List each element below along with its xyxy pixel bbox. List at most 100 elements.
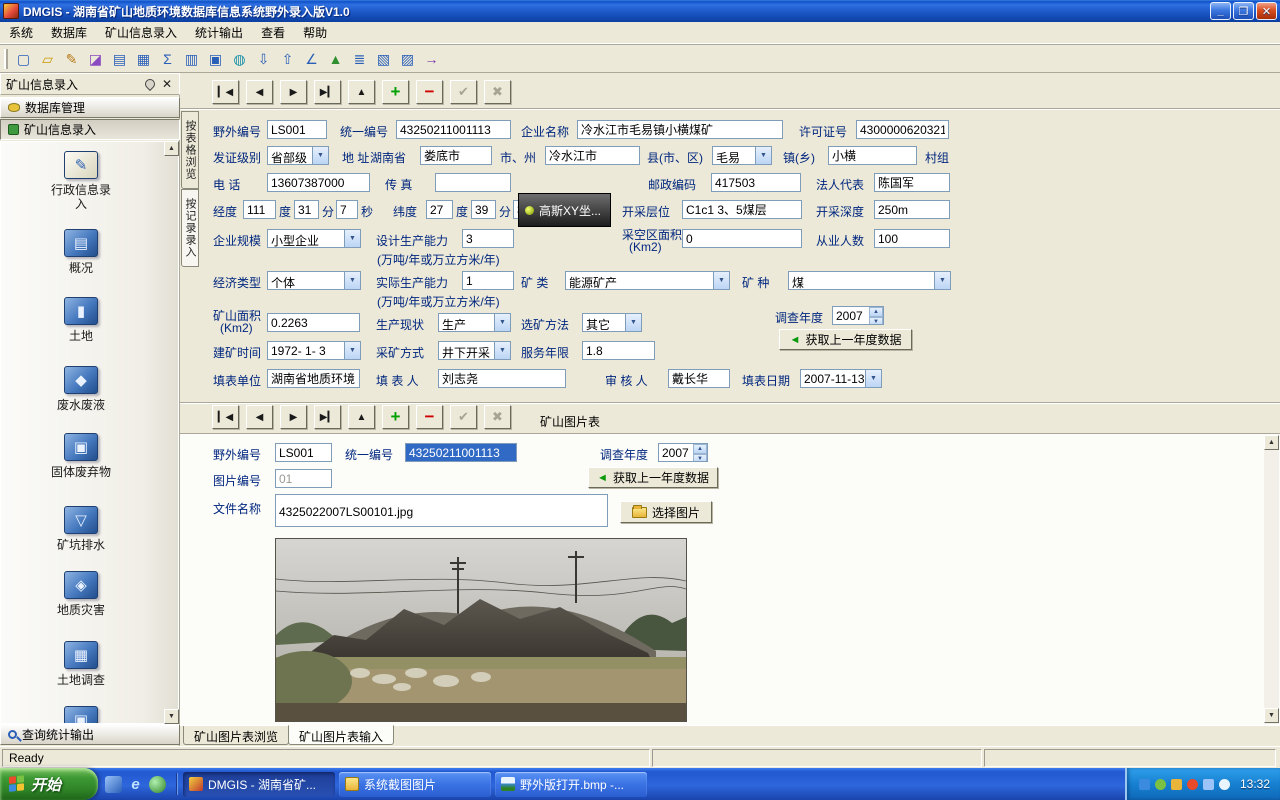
dressing-select[interactable]: 其它▼ — [582, 313, 642, 332]
task-screenshot-folder[interactable]: 系统截图图片 — [339, 772, 491, 797]
tray-display-icon[interactable] — [1139, 779, 1150, 790]
tray-network-icon[interactable] — [1203, 779, 1214, 790]
goaf-area-input[interactable] — [682, 229, 802, 248]
toolbar-stamp[interactable]: ◪ — [84, 48, 107, 70]
license-input[interactable] — [856, 120, 949, 139]
tab-table-browse[interactable]: 按表格浏览 — [181, 111, 199, 189]
sidebar-item-land-survey[interactable]: ▦ 土地调查 — [1, 641, 161, 687]
sidebar-item-wastewater[interactable]: ◆ 废水废液 — [1, 366, 161, 412]
menu-help[interactable]: 帮助 — [294, 21, 336, 44]
fill-person-input[interactable] — [438, 369, 566, 388]
toolbar-new[interactable]: ▢ — [12, 48, 35, 70]
toolbar-layers[interactable]: ▨ — [396, 48, 419, 70]
lat-deg-input[interactable] — [426, 200, 453, 219]
sidebar-group-query-output[interactable]: 查询统计输出 — [0, 724, 180, 745]
scroll-up-icon[interactable]: ▲ — [164, 141, 179, 156]
nav-first-button[interactable]: ▎◀ — [212, 80, 239, 104]
pic-nav-delete-button[interactable]: − — [416, 405, 443, 429]
tab-picture-browse[interactable]: 矿山图片表浏览 — [183, 726, 289, 745]
spin-down-icon[interactable]: ▼ — [693, 454, 707, 462]
pin-icon[interactable] — [143, 77, 157, 91]
scroll-down-icon[interactable]: ▼ — [1264, 708, 1279, 723]
lat-min-input[interactable] — [471, 200, 496, 219]
ore-kind-select[interactable]: 煤▼ — [788, 271, 951, 290]
menu-system[interactable]: 系统 — [0, 21, 42, 44]
sidebar-item-partial[interactable]: ▣ — [1, 706, 161, 724]
service-years-input[interactable] — [582, 341, 655, 360]
employees-input[interactable] — [874, 229, 950, 248]
nav-next-button[interactable]: ▶ — [280, 80, 307, 104]
task-bmp-file[interactable]: 野外版打开.bmp -... — [495, 772, 647, 797]
gauss-xy-button[interactable]: 高斯XY坐... — [518, 193, 611, 227]
mining-method-select[interactable]: 井下开采▼ — [438, 341, 511, 360]
nav-cancel-button[interactable]: ✖ — [484, 80, 511, 104]
toolbar-upload[interactable]: ⇧ — [276, 48, 299, 70]
city-input[interactable] — [420, 146, 492, 165]
menu-view[interactable]: 查看 — [252, 21, 294, 44]
choose-picture-button[interactable]: 选择图片 — [620, 501, 712, 523]
postcode-input[interactable] — [711, 173, 801, 192]
toolbar-chart[interactable]: ▥ — [180, 48, 203, 70]
build-time-select[interactable]: 1972- 1- 3▼ — [267, 341, 361, 360]
nav-prev-button[interactable]: ◀ — [246, 80, 273, 104]
cert-level-select[interactable]: 省部级▼ — [267, 146, 329, 165]
city-state-input[interactable] — [545, 146, 640, 165]
pic-survey-year-spinner[interactable]: 2007 ▲▼ — [658, 443, 708, 462]
restore-button[interactable]: ❐ — [1233, 2, 1254, 20]
sidebar-group-database[interactable]: 数据库管理 — [0, 97, 180, 118]
lon-deg-input[interactable] — [243, 200, 276, 219]
enterprise-input[interactable] — [577, 120, 783, 139]
design-capacity-input[interactable] — [462, 229, 514, 248]
sidebar-item-pit-drainage[interactable]: ▽ 矿坑排水 — [1, 506, 161, 552]
tray-volume-icon[interactable] — [1219, 779, 1230, 790]
nav-last-button[interactable]: ▶▎ — [314, 80, 341, 104]
actual-capacity-input[interactable] — [462, 271, 514, 290]
sidebar-item-admin-info[interactable]: ✎ 行政信息录入 — [1, 151, 161, 211]
town-input[interactable] — [828, 146, 917, 165]
show-desktop-icon[interactable] — [105, 776, 122, 793]
pic-nav-up-button[interactable]: ▲ — [348, 405, 375, 429]
pic-nav-last-button[interactable]: ▶▎ — [314, 405, 341, 429]
toolbar-sum[interactable]: Σ — [156, 48, 179, 70]
tab-record-entry[interactable]: 按记录录入 — [181, 189, 199, 267]
toolbar-download[interactable]: ⇩ — [252, 48, 275, 70]
toolbar-mountain[interactable]: ▲ — [324, 48, 347, 70]
sidebar-item-land[interactable]: ▮ 土地 — [1, 297, 161, 343]
pic-nav-prev-button[interactable]: ◀ — [246, 405, 273, 429]
sidebar-item-geo-hazard[interactable]: ◈ 地质灾害 — [1, 571, 161, 617]
toolbar-edit[interactable]: ✎ — [60, 48, 83, 70]
fetch-prev-year-button[interactable]: ◄ 获取上一年度数据 — [779, 329, 912, 350]
tray-shield-icon[interactable] — [1155, 779, 1166, 790]
start-button[interactable]: 开始 — [0, 768, 98, 800]
toolbar-grip[interactable] — [4, 49, 8, 69]
toolbar-table[interactable]: ▦ — [132, 48, 155, 70]
pic-nav-first-button[interactable]: ▎◀ — [212, 405, 239, 429]
toolbar-print[interactable]: ▣ — [204, 48, 227, 70]
fill-date-select[interactable]: 2007-11-13▼ — [800, 369, 882, 388]
tray-update-icon[interactable] — [1171, 779, 1182, 790]
toolbar-export[interactable]: → — [420, 48, 443, 70]
scroll-down-icon[interactable]: ▼ — [164, 709, 179, 724]
tray-alert-icon[interactable] — [1187, 779, 1198, 790]
lon-min-input[interactable] — [294, 200, 319, 219]
scroll-up-icon[interactable]: ▲ — [1264, 435, 1279, 450]
minimize-button[interactable]: _ — [1210, 2, 1231, 20]
economy-select[interactable]: 个体▼ — [267, 271, 361, 290]
auditor-input[interactable] — [668, 369, 730, 388]
toolbar-map[interactable]: ▧ — [372, 48, 395, 70]
tab-picture-input[interactable]: 矿山图片表输入 — [288, 725, 394, 745]
legal-rep-input[interactable] — [874, 173, 950, 192]
ore-class-select[interactable]: 能源矿产▼ — [565, 271, 730, 290]
menu-stats-output[interactable]: 统计输出 — [186, 21, 252, 44]
fax-input[interactable] — [435, 173, 511, 192]
field-no-input[interactable] — [267, 120, 327, 139]
lon-sec-input[interactable] — [336, 200, 358, 219]
toolbar-stats[interactable]: ≣ — [348, 48, 371, 70]
spin-up-icon[interactable]: ▲ — [869, 307, 883, 317]
phone-input[interactable] — [267, 173, 370, 192]
mine-area-input[interactable] — [267, 313, 360, 332]
pic-nav-next-button[interactable]: ▶ — [280, 405, 307, 429]
menu-database[interactable]: 数据库 — [42, 21, 96, 44]
sidebar-close-icon[interactable]: ✕ — [160, 77, 174, 91]
pic-no-input[interactable] — [275, 469, 332, 488]
